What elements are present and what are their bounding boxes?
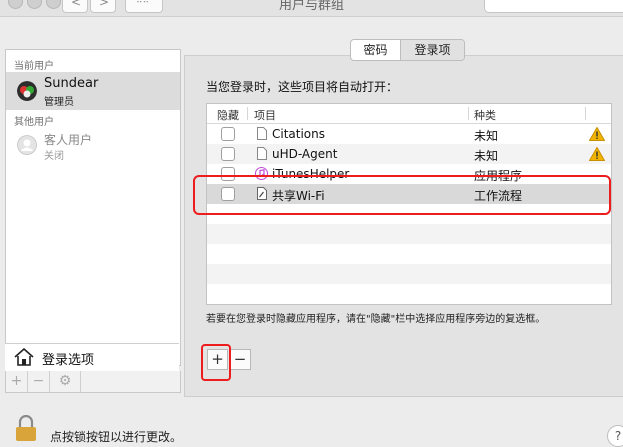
item-name: uHD-Agent: [272, 147, 338, 161]
tab-password[interactable]: 密码: [351, 40, 400, 60]
table-row[interactable]: uHD-Agent 未知: [207, 144, 611, 164]
hide-hint-text: 若要在您登录时隐藏应用程序，请在"隐藏"栏中选择应用程序旁边的复选框。: [206, 314, 546, 325]
login-options-item[interactable]: 登录选项: [5, 343, 179, 371]
warning-icon: [589, 147, 605, 161]
lock-icon[interactable]: [14, 415, 38, 441]
table-row[interactable]: Citations 未知: [207, 124, 611, 144]
remove-login-item-button[interactable]: −: [229, 349, 251, 370]
item-kind: 未知: [474, 149, 499, 163]
help-button[interactable]: ?: [607, 425, 623, 447]
user-list-buttons: + − ⚙: [5, 371, 181, 393]
column-kind[interactable]: 种类: [474, 107, 496, 123]
user-list: 当前用户 Sundear 管理员 其他用户 客人用户 关闭: [5, 49, 181, 366]
login-options-label: 登录选项: [42, 353, 95, 368]
warning-icon: [589, 127, 605, 141]
hide-checkbox[interactable]: [221, 127, 235, 141]
user-name: Sundear: [44, 76, 99, 91]
item-name: Citations: [272, 127, 326, 141]
item-kind: 未知: [474, 129, 499, 143]
column-hide[interactable]: 隐藏: [217, 107, 239, 123]
gear-icon[interactable]: ⚙: [50, 371, 81, 392]
user-role: 管理员: [44, 97, 74, 108]
guest-name: 客人用户: [44, 133, 93, 147]
document-icon: [257, 127, 267, 140]
house-icon: [14, 348, 34, 366]
title-bar: < > ⠿⠿ 用户与群组: [0, 0, 623, 17]
login-items-intro: 当您登录时，这些项目将自动打开：: [206, 80, 399, 94]
other-users-label: 其他用户: [14, 117, 54, 128]
user-row-guest[interactable]: 客人用户 关闭: [6, 128, 180, 164]
minus-icon: −: [233, 350, 247, 368]
current-users-label: 当前用户: [14, 61, 54, 72]
document-icon: [257, 147, 267, 160]
user-avatar-icon: [17, 81, 37, 101]
user-row-sundear[interactable]: Sundear 管理员: [6, 72, 180, 110]
tab-login-items[interactable]: 登录项: [401, 40, 464, 60]
column-item[interactable]: 项目: [254, 107, 276, 123]
remove-user-button[interactable]: −: [28, 371, 50, 392]
plus-highlight-annotation: [201, 344, 231, 381]
guest-status: 关闭: [44, 151, 64, 162]
search-input[interactable]: [484, 0, 623, 13]
guest-avatar-icon: [17, 135, 37, 155]
hide-checkbox[interactable]: [221, 147, 235, 161]
tab-switcher: 密码 登录项: [350, 39, 465, 61]
table-header: 隐藏 项目 种类: [207, 104, 611, 124]
add-user-button[interactable]: +: [6, 371, 28, 392]
lock-hint-text: 点按锁按钮以进行更改。: [50, 430, 183, 444]
highlight-annotation: [193, 175, 611, 215]
